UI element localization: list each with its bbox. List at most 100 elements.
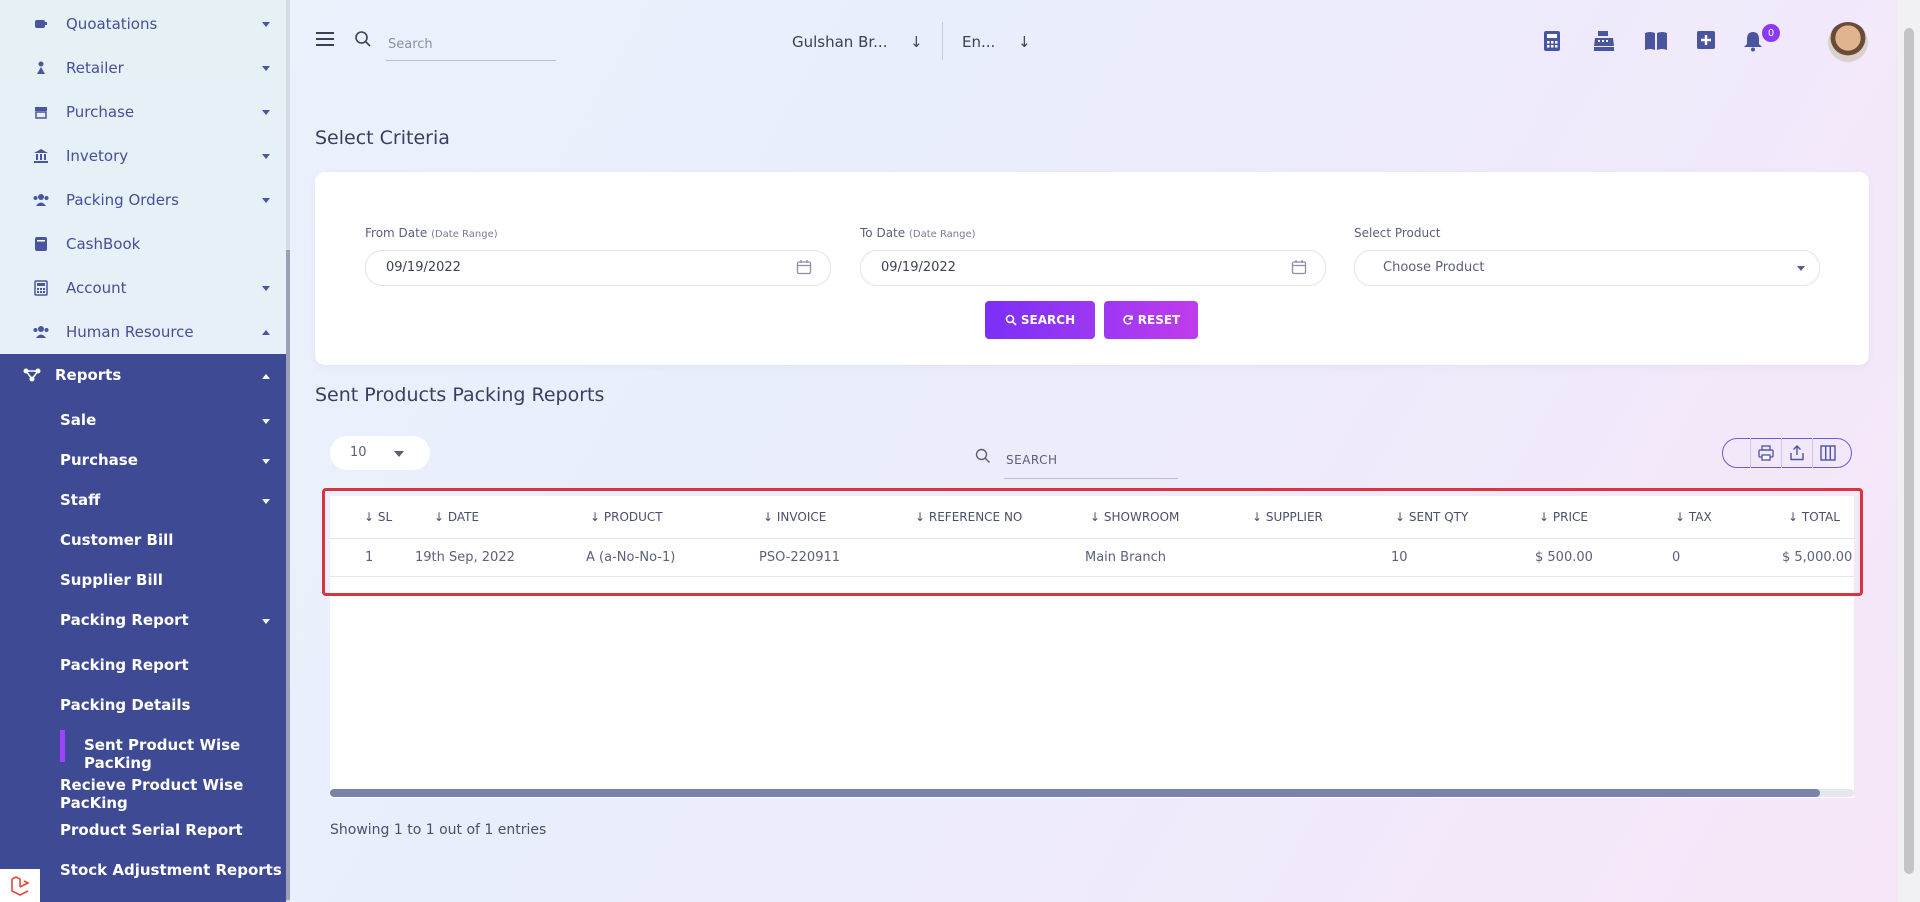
sidebar-item-retailer[interactable]: Retailer: [0, 48, 290, 88]
cell-date: 19th Sep, 2022: [415, 550, 515, 565]
sidebar-item-label: Reports: [55, 366, 122, 384]
column-header-invoice[interactable]: ↓ INVOICE: [763, 510, 826, 524]
sidebar-item-cashbook[interactable]: CashBook: [0, 224, 290, 264]
page-scroll-thumb[interactable]: [1904, 28, 1914, 874]
table-horizontal-scrollbar[interactable]: [330, 789, 1854, 797]
store-icon: [32, 103, 50, 121]
criteria-title: Select Criteria: [315, 127, 450, 149]
column-header-product[interactable]: ↓ PRODUCT: [590, 510, 663, 524]
chevron-down-icon: [262, 153, 270, 159]
table-tools: [1722, 438, 1852, 468]
report-title: Sent Products Packing Reports: [315, 384, 605, 406]
table-search-input[interactable]: [1004, 442, 1178, 479]
chevron-down-icon: [262, 109, 270, 115]
report-table: ↓ SL ↓ DATE ↓ PRODUCT ↓ INVOICE ↓ REFERE…: [330, 496, 1854, 798]
sidebar-item-account[interactable]: Account: [0, 268, 290, 308]
search-button[interactable]: SEARCH: [985, 301, 1095, 339]
sidebar-item-label: Human Resource: [66, 323, 194, 341]
chevron-down-icon: [262, 459, 270, 464]
sidebar-item-reports[interactable]: Reports: [0, 354, 290, 398]
from-date-value: 09/19/2022: [386, 260, 461, 275]
sidebar-item-label: Account: [66, 279, 127, 297]
sidebar-sub-product-serial[interactable]: Product Serial Report: [60, 821, 243, 839]
sidebar-sub-packing-report-child[interactable]: Packing Report: [60, 656, 189, 674]
column-header-total[interactable]: ↓ TOTAL: [1788, 510, 1840, 524]
chevron-down-icon: [262, 619, 270, 624]
chevron-up-icon: [262, 329, 270, 335]
calculator-icon[interactable]: [1542, 30, 1564, 52]
sidebar-sub-packing-details[interactable]: Packing Details: [60, 696, 191, 714]
sidebar-item-inventory[interactable]: Invetory: [0, 136, 290, 176]
sidebar-item-label: Purchase: [66, 103, 135, 121]
sidebar-sub-sale[interactable]: Sale: [60, 411, 96, 429]
column-header-sent-qty[interactable]: ↓ SENT QTY: [1395, 510, 1468, 524]
sidebar-item-label: Quoatations: [66, 15, 158, 33]
search-input[interactable]: [386, 28, 556, 61]
cash-register-icon[interactable]: [1592, 30, 1614, 52]
bell-icon[interactable]: [1742, 30, 1764, 52]
column-header-supplier[interactable]: ↓ SUPPLIER: [1252, 510, 1323, 524]
to-date-value: 09/19/2022: [881, 260, 956, 275]
chevron-up-icon: [262, 374, 270, 379]
export-icon[interactable]: [1781, 438, 1812, 468]
table-header: ↓ SL ↓ DATE ↓ PRODUCT ↓ INVOICE ↓ REFERE…: [330, 496, 1854, 539]
book-open-icon[interactable]: [1644, 30, 1667, 52]
sidebar-sub-staff[interactable]: Staff: [60, 491, 100, 509]
chevron-down-icon: [262, 285, 270, 291]
arrow-down-icon[interactable]: ↓: [1018, 33, 1031, 51]
arrow-down-icon[interactable]: ↓: [910, 33, 923, 51]
criteria-card: From Date (Date Range) 09/19/2022 To Dat…: [315, 172, 1869, 365]
column-header-showroom[interactable]: ↓ SHOWROOM: [1090, 510, 1179, 524]
reset-button-label: RESET: [1137, 313, 1181, 327]
select-product-label: Select Product: [1354, 226, 1441, 240]
column-header-price[interactable]: ↓ PRICE: [1539, 510, 1588, 524]
sidebar-sub-sent-product-wise[interactable]: Sent Product Wise PacKing: [84, 736, 290, 772]
product-select[interactable]: Choose Product: [1354, 250, 1820, 286]
page-length-value: 10: [350, 445, 367, 460]
reports-icon: [22, 367, 42, 387]
page-scrollbar[interactable]: [1898, 0, 1920, 902]
sidebar-sub-purchase[interactable]: Purchase: [60, 451, 138, 469]
column-header-date[interactable]: ↓ DATE: [434, 510, 479, 524]
branch-selector[interactable]: Gulshan Br...: [792, 33, 887, 51]
print-icon[interactable]: [1750, 438, 1781, 468]
sidebar-item-label: CashBook: [66, 235, 141, 253]
sidebar-item-label: Invetory: [66, 147, 129, 165]
sidebar-item-packing-orders[interactable]: Packing Orders: [0, 180, 290, 220]
table-scroll-thumb[interactable]: [330, 789, 1820, 797]
from-date-input[interactable]: 09/19/2022: [365, 250, 831, 286]
sidebar-sub-packing-report[interactable]: Packing Report: [60, 611, 189, 629]
search-icon: [975, 448, 991, 468]
sidebar-sub-recieve-product-wise[interactable]: Recieve Product Wise PacKing: [60, 776, 290, 812]
sidebar-scroll-thumb[interactable]: [286, 250, 290, 900]
to-date-input[interactable]: 09/19/2022: [860, 250, 1326, 286]
table-row[interactable]: 1 19th Sep, 2022 A (a-No-No-1) PSO-22091…: [330, 538, 1854, 577]
pagination-info: Showing 1 to 1 out of 1 entries: [330, 822, 547, 838]
avatar[interactable]: [1828, 22, 1868, 62]
cell-sent-qty: 10: [1391, 550, 1408, 565]
sidebar-sub-customer-bill[interactable]: Customer Bill: [60, 531, 173, 549]
quotation-icon: [32, 15, 50, 33]
sidebar-item-human-resource[interactable]: Human Resource: [0, 312, 290, 352]
columns-icon[interactable]: [1812, 438, 1843, 468]
column-header-reference[interactable]: ↓ REFERENCE NO: [915, 510, 1022, 524]
column-header-tax[interactable]: ↓ TAX: [1675, 510, 1712, 524]
menu-icon[interactable]: [316, 32, 334, 46]
sidebar-item-purchase[interactable]: Purchase: [0, 92, 290, 132]
cell-product: A (a-No-No-1): [586, 550, 676, 565]
calendar-icon[interactable]: [796, 259, 812, 279]
page-length-select[interactable]: 10: [330, 436, 430, 470]
cell-sl: 1: [365, 550, 374, 565]
language-selector[interactable]: En...: [962, 33, 995, 51]
to-date-label: To Date (Date Range): [860, 226, 976, 240]
laravel-logo-icon: [0, 869, 40, 902]
chevron-down-icon: [262, 499, 270, 504]
reset-button[interactable]: RESET: [1104, 301, 1198, 339]
column-header-sl[interactable]: ↓ SL: [364, 510, 392, 524]
chevron-down-icon: [262, 197, 270, 203]
sidebar-item-quotations[interactable]: Quoatations: [0, 4, 290, 44]
plus-square-icon[interactable]: [1696, 30, 1718, 52]
sidebar-sub-supplier-bill[interactable]: Supplier Bill: [60, 571, 163, 589]
calendar-icon[interactable]: [1291, 259, 1307, 279]
sidebar-sub-stock-adjustment[interactable]: Stock Adjustment Reports: [60, 861, 282, 879]
